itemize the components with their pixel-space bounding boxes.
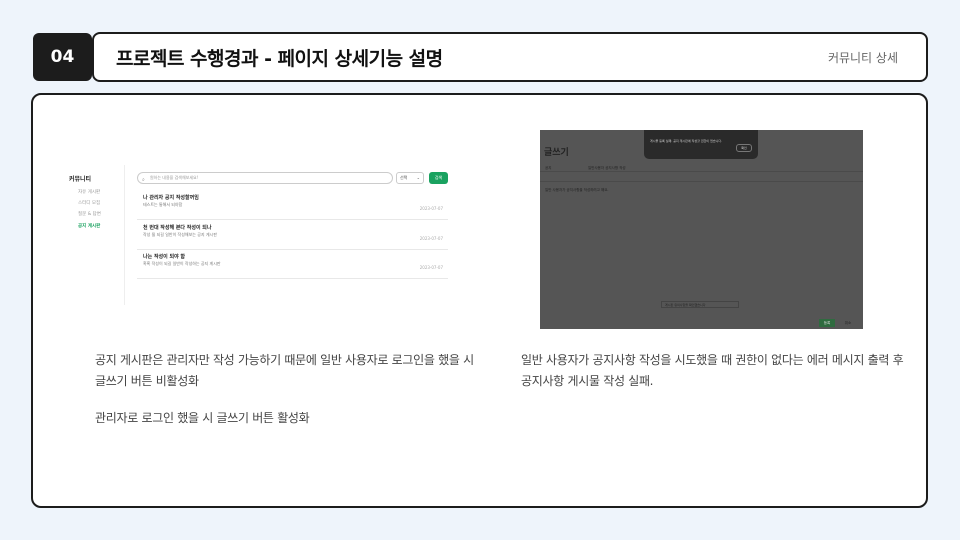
community-sidebar: 커뮤니티 자유 게시판 스터디 모집 질문 & 답변 공지 게시판 — [64, 165, 125, 305]
sidebar-item-notice[interactable]: 공지 게시판 — [78, 223, 100, 229]
chevron-down-icon: ⌄ — [416, 175, 420, 180]
post-date: 2023-07-07 — [419, 206, 443, 211]
section-number: 04 — [33, 33, 92, 81]
section-label: 커뮤니티 상세 — [827, 50, 898, 65]
board-select[interactable]: 공지 — [545, 166, 551, 171]
write-page-title: 글쓰기 — [544, 148, 569, 158]
agree-checkbox[interactable]: 게시판 유의사항을 확인했습니다 — [661, 301, 739, 308]
post-title: 나는 작성이 되야 함 — [143, 254, 186, 260]
notice-board-screenshot: 커뮤니티 자유 게시판 스터디 모집 질문 & 답변 공지 게시판 ⌕ 원하는 … — [64, 165, 456, 305]
save-button[interactable]: 등록 — [819, 319, 835, 327]
content-editor[interactable]: 일반 사용자가 공지사항을 작성하려고 해요. — [545, 188, 609, 193]
post-date: 2023-07-07 — [419, 265, 443, 270]
write-error-screenshot: 글쓰기 공지 일반사용자 공지사항 작성 일반 사용자가 공지사항을 작성하려고… — [540, 130, 863, 329]
sidebar-item-study[interactable]: 스터디 모집 — [78, 200, 100, 206]
cancel-button[interactable]: 취소 — [840, 319, 856, 327]
sidebar-item-free[interactable]: 자유 게시판 — [78, 189, 100, 195]
sidebar-item-qna[interactable]: 질문 & 답변 — [78, 211, 101, 217]
post-title: 천 번대 작성해 본다 작성이 되나 — [143, 225, 212, 231]
confirm-button[interactable]: 확인 — [736, 144, 752, 152]
post-body: 혹혹 작성이 되길 일반이 작성하는 공지 게시판 — [143, 261, 221, 266]
editor-toolbar[interactable] — [540, 174, 863, 182]
search-button[interactable]: 검색 — [429, 172, 448, 184]
filter-select[interactable]: 선택 ⌄ — [396, 172, 424, 184]
post-title: 나 관리자 공지 작성할꺼임 — [143, 195, 199, 201]
left-description: 공지 게시판은 관리자만 작성 가능하기 때문에 일반 사용자로 로그인을 했을… — [95, 353, 474, 425]
error-modal: 게시물 등록 실패: 공지 게시판에 작성할 권한이 없습니다. 확인 — [644, 130, 758, 159]
list-item[interactable]: 나는 작성이 되야 함 혹혹 작성이 되길 일반이 작성하는 공지 게시판 20… — [137, 252, 448, 279]
post-body: 테스트는 통해서 되야함 — [143, 202, 183, 207]
post-body: 작성 될 되길 일반이 작성해보는 공지 게시판 — [143, 232, 217, 237]
sidebar-title: 커뮤니티 — [69, 176, 92, 183]
page-title: 프로젝트 수행경과 - 페이지 상세기능 설명 — [116, 47, 443, 70]
form-row-title: 공지 일반사용자 공지사항 작성 — [540, 164, 863, 172]
search-placeholder: 원하는 내용을 검색해보세요! — [150, 175, 199, 180]
search-icon: ⌕ — [142, 177, 145, 183]
post-date: 2023-07-07 — [419, 236, 443, 241]
title-input[interactable]: 일반사용자 공지사항 작성 — [588, 166, 626, 171]
list-item[interactable]: 나 관리자 공지 작성할꺼임 테스트는 통해서 되야함 2023-07-07 — [137, 193, 448, 220]
error-message: 게시물 등록 실패: 공지 게시판에 작성할 권한이 없습니다. — [650, 139, 723, 143]
right-description: 일반 사용자가 공지사항 작성을 시도했을 때 권한이 없다는 에러 메시지 출… — [521, 353, 904, 388]
list-item[interactable]: 천 번대 작성해 본다 작성이 되나 작성 될 되길 일반이 작성해보는 공지 … — [137, 223, 448, 250]
title-bar: 프로젝트 수행경과 - 페이지 상세기능 설명 커뮤니티 상세 — [92, 32, 928, 82]
search-input[interactable]: ⌕ 원하는 내용을 검색해보세요! — [137, 172, 393, 184]
